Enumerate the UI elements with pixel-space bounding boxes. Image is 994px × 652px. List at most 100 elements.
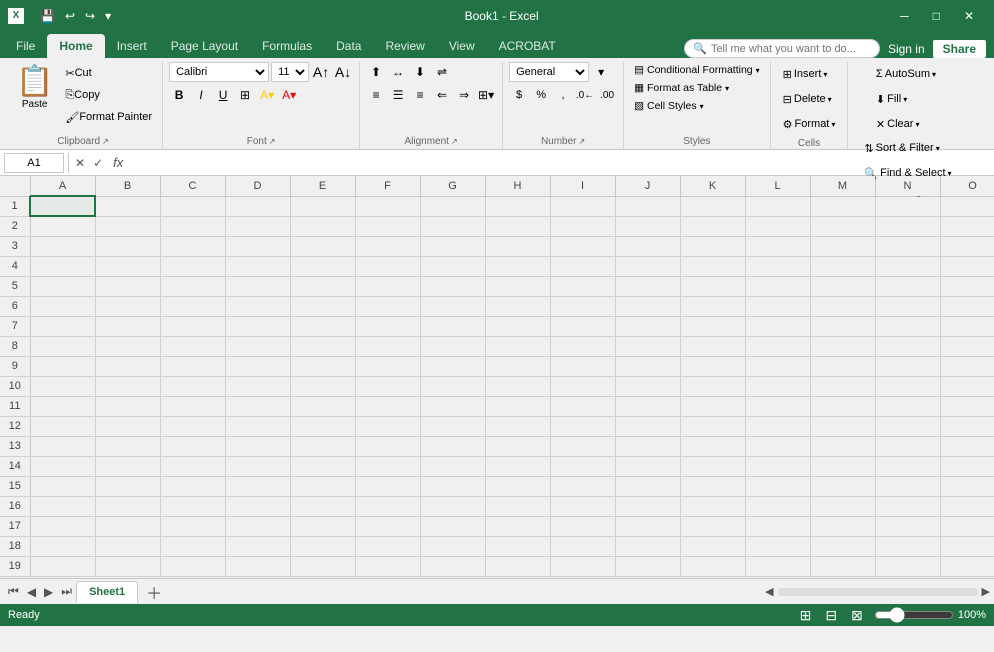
decrease-decimal-button[interactable]: .0← bbox=[575, 85, 595, 105]
cell-M15[interactable] bbox=[810, 476, 875, 496]
cell-H15[interactable] bbox=[485, 476, 550, 496]
cell-M13[interactable] bbox=[810, 436, 875, 456]
align-top-button[interactable]: ⬆ bbox=[366, 62, 386, 82]
increase-indent-button[interactable]: ⇒ bbox=[454, 85, 474, 105]
cell-A15[interactable] bbox=[30, 476, 95, 496]
close-button[interactable]: ✕ bbox=[952, 5, 986, 27]
cell-D2[interactable] bbox=[225, 216, 290, 236]
cell-K19[interactable] bbox=[680, 556, 745, 576]
cell-B6[interactable] bbox=[95, 296, 160, 316]
save-button[interactable]: 💾 bbox=[36, 7, 59, 25]
align-middle-button[interactable]: ↔ bbox=[388, 62, 408, 82]
cell-O13[interactable] bbox=[940, 436, 994, 456]
cell-H5[interactable] bbox=[485, 276, 550, 296]
cell-D3[interactable] bbox=[225, 236, 290, 256]
row-header-17[interactable]: 17 bbox=[0, 516, 30, 536]
cell-I1[interactable] bbox=[550, 196, 615, 216]
cell-G8[interactable] bbox=[420, 336, 485, 356]
cell-B15[interactable] bbox=[95, 476, 160, 496]
cell-B4[interactable] bbox=[95, 256, 160, 276]
cell-F7[interactable] bbox=[355, 316, 420, 336]
cell-E2[interactable] bbox=[290, 216, 355, 236]
cell-A14[interactable] bbox=[30, 456, 95, 476]
cell-M5[interactable] bbox=[810, 276, 875, 296]
cell-B2[interactable] bbox=[95, 216, 160, 236]
row-header-18[interactable]: 18 bbox=[0, 536, 30, 556]
cell-K7[interactable] bbox=[680, 316, 745, 336]
tab-formulas[interactable]: Formulas bbox=[250, 34, 324, 58]
cell-G15[interactable] bbox=[420, 476, 485, 496]
cell-E11[interactable] bbox=[290, 396, 355, 416]
cell-I17[interactable] bbox=[550, 516, 615, 536]
tell-me-box[interactable]: 🔍 bbox=[684, 39, 880, 58]
sheet-nav-last[interactable]: ⏭ bbox=[57, 582, 76, 601]
col-header-A[interactable]: A bbox=[30, 176, 95, 196]
col-header-O[interactable]: O bbox=[940, 176, 994, 196]
cell-C18[interactable] bbox=[160, 536, 225, 556]
cell-N18[interactable] bbox=[875, 536, 940, 556]
cell-J8[interactable] bbox=[615, 336, 680, 356]
align-left-button[interactable]: ≡ bbox=[366, 85, 386, 105]
cell-H17[interactable] bbox=[485, 516, 550, 536]
cell-M9[interactable] bbox=[810, 356, 875, 376]
row-header-3[interactable]: 3 bbox=[0, 236, 30, 256]
tab-file[interactable]: File bbox=[4, 34, 47, 58]
cell-L19[interactable] bbox=[745, 556, 810, 576]
cell-A2[interactable] bbox=[30, 216, 95, 236]
cell-I5[interactable] bbox=[550, 276, 615, 296]
cell-L6[interactable] bbox=[745, 296, 810, 316]
conditional-formatting-button[interactable]: ▤ Conditional Formatting ▾ bbox=[630, 62, 764, 78]
col-header-K[interactable]: K bbox=[680, 176, 745, 196]
cell-I18[interactable] bbox=[550, 536, 615, 556]
cell-D16[interactable] bbox=[225, 496, 290, 516]
cell-F9[interactable] bbox=[355, 356, 420, 376]
cell-B11[interactable] bbox=[95, 396, 160, 416]
bold-button[interactable]: B bbox=[169, 85, 189, 105]
cell-L10[interactable] bbox=[745, 376, 810, 396]
cell-O7[interactable] bbox=[940, 316, 994, 336]
row-header-19[interactable]: 19 bbox=[0, 556, 30, 576]
cell-N3[interactable] bbox=[875, 236, 940, 256]
cell-M6[interactable] bbox=[810, 296, 875, 316]
cell-F12[interactable] bbox=[355, 416, 420, 436]
cell-N11[interactable] bbox=[875, 396, 940, 416]
cell-N19[interactable] bbox=[875, 556, 940, 576]
cell-B1[interactable] bbox=[95, 196, 160, 216]
cell-K3[interactable] bbox=[680, 236, 745, 256]
row-header-13[interactable]: 13 bbox=[0, 436, 30, 456]
sheet-nav-next[interactable]: ▶ bbox=[40, 583, 57, 601]
cell-H1[interactable] bbox=[485, 196, 550, 216]
cell-E14[interactable] bbox=[290, 456, 355, 476]
cell-L14[interactable] bbox=[745, 456, 810, 476]
cell-H11[interactable] bbox=[485, 396, 550, 416]
cell-G17[interactable] bbox=[420, 516, 485, 536]
cell-F4[interactable] bbox=[355, 256, 420, 276]
cell-F8[interactable] bbox=[355, 336, 420, 356]
cell-M14[interactable] bbox=[810, 456, 875, 476]
cell-L3[interactable] bbox=[745, 236, 810, 256]
cell-O18[interactable] bbox=[940, 536, 994, 556]
cell-G18[interactable] bbox=[420, 536, 485, 556]
row-header-12[interactable]: 12 bbox=[0, 416, 30, 436]
cell-M8[interactable] bbox=[810, 336, 875, 356]
cell-J13[interactable] bbox=[615, 436, 680, 456]
cell-B16[interactable] bbox=[95, 496, 160, 516]
cell-G5[interactable] bbox=[420, 276, 485, 296]
cell-E7[interactable] bbox=[290, 316, 355, 336]
col-header-J[interactable]: J bbox=[615, 176, 680, 196]
cell-A6[interactable] bbox=[30, 296, 95, 316]
cell-E9[interactable] bbox=[290, 356, 355, 376]
cell-M4[interactable] bbox=[810, 256, 875, 276]
cell-G13[interactable] bbox=[420, 436, 485, 456]
cell-M2[interactable] bbox=[810, 216, 875, 236]
cell-E13[interactable] bbox=[290, 436, 355, 456]
font-name-select[interactable]: Calibri bbox=[169, 62, 269, 82]
cell-E18[interactable] bbox=[290, 536, 355, 556]
cell-M18[interactable] bbox=[810, 536, 875, 556]
horizontal-scrollbar[interactable] bbox=[778, 588, 978, 596]
cell-J10[interactable] bbox=[615, 376, 680, 396]
border-button[interactable]: ⊞ bbox=[235, 85, 255, 105]
cell-D7[interactable] bbox=[225, 316, 290, 336]
sign-in-button[interactable]: Sign in bbox=[888, 42, 925, 56]
cell-G12[interactable] bbox=[420, 416, 485, 436]
